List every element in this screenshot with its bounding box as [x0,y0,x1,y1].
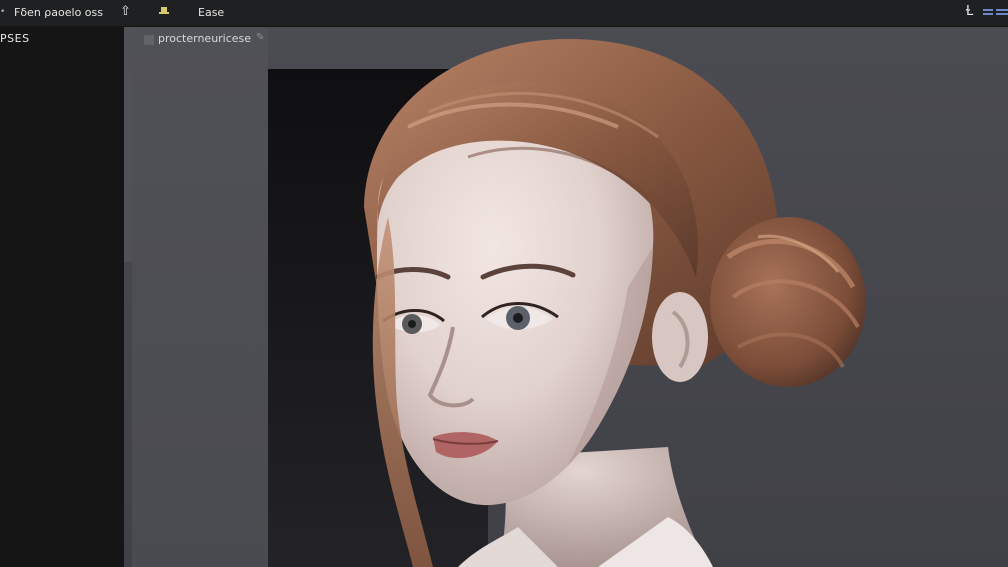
layers-icon[interactable] [982,6,994,18]
tab-close-icon[interactable]: ✎ [256,32,264,43]
document-tab[interactable]: procterneuricese ✎ [140,31,274,49]
menu-tab[interactable]: Ease [198,6,224,19]
sidebar-label[interactable]: PSES [0,32,30,45]
app-menubar: • Fδen ρaoelo oss ⇧ Ease Ɫ [0,0,1008,27]
portrait-image [364,39,866,567]
menu-dot-icon[interactable]: • [0,7,5,17]
panel-toggle-icon[interactable] [996,8,1008,18]
app-title[interactable]: Fδen ρaoelo oss [14,6,103,19]
text-tool-icon[interactable]: Ɫ [966,4,973,19]
properties-panel-body [132,27,268,567]
document-tab-label[interactable]: procterneuricese [158,32,251,45]
document-icon [144,35,154,45]
pin-icon[interactable] [158,5,170,17]
sidebar: PSES [0,27,124,567]
hair-bun [710,217,866,387]
cursor-icon[interactable]: ⇧ [120,4,131,19]
